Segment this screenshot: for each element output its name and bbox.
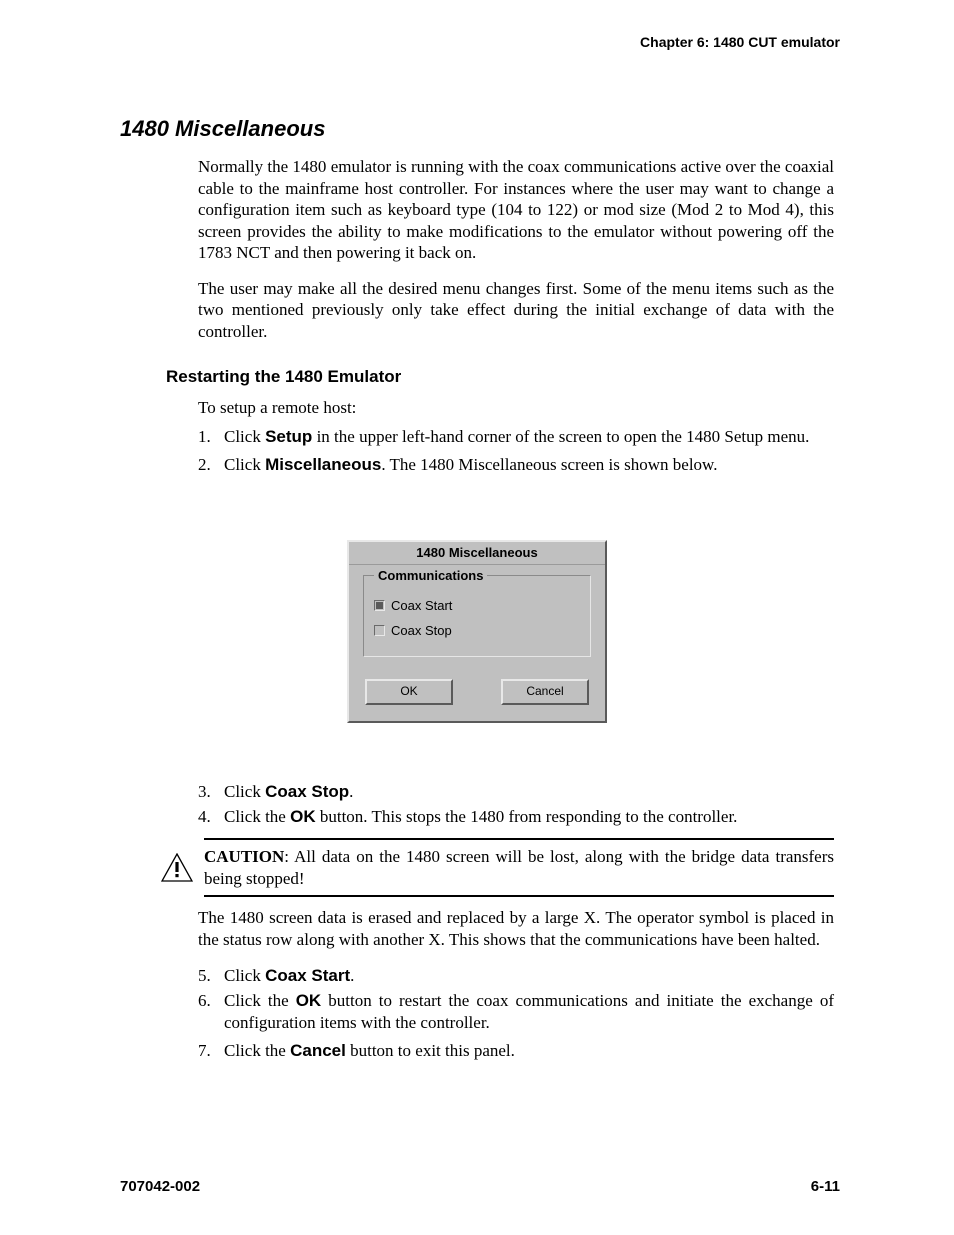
step-text: Click the OK button to restart the coax … (224, 990, 834, 1034)
paragraph-intro-1: Normally the 1480 emulator is running wi… (198, 156, 834, 264)
bold-term: Coax Stop (265, 782, 349, 801)
radio-coax-start[interactable]: Coax Start (374, 598, 580, 613)
paragraph-intro-2: The user may make all the desired menu c… (198, 278, 834, 343)
step-number: 1. (198, 426, 224, 448)
fieldset-legend: Communications (374, 568, 487, 583)
list-item: 6. Click the OK button to restart the co… (198, 990, 834, 1034)
text-run: Click the (224, 807, 290, 826)
ordered-list-bottom: 5. Click Coax Start. 6. Click the OK but… (198, 965, 834, 1062)
radio-icon (374, 625, 385, 636)
ordered-list-top: 1. Click Setup in the upper left-hand co… (198, 426, 834, 476)
text-run: Click (224, 966, 265, 985)
section-title: 1480 Miscellaneous (120, 116, 834, 142)
bold-term: Coax Start (265, 966, 350, 985)
step-number: 3. (198, 781, 224, 803)
steps-intro: To setup a remote host: (198, 397, 834, 419)
text-run: in the upper left-hand corner of the scr… (312, 427, 809, 446)
step-number: 5. (198, 965, 224, 987)
bold-term: OK (296, 991, 322, 1010)
dialog-button-row: OK Cancel (363, 679, 591, 713)
text-run: button. This stops the 1480 from respond… (316, 807, 738, 826)
list-item: 5. Click Coax Start. (198, 965, 834, 987)
text-run: . The 1480 Miscellaneous screen is shown… (381, 455, 717, 474)
ok-button[interactable]: OK (365, 679, 453, 705)
step-number: 7. (198, 1040, 224, 1062)
page: Chapter 6: 1480 CUT emulator 1480 Miscel… (0, 0, 954, 1235)
step-text: Click Coax Start. (224, 965, 834, 987)
list-item: 7. Click the Cancel button to exit this … (198, 1040, 834, 1062)
caution-icon (160, 838, 194, 897)
chapter-header: Chapter 6: 1480 CUT emulator (120, 34, 840, 50)
caution-label: CAUTION (204, 847, 284, 866)
dialog-1480-miscellaneous: 1480 Miscellaneous Communications Coax S… (347, 540, 607, 723)
text-run: Click (224, 427, 265, 446)
dialog-body: Communications Coax Start Coax Stop OK C… (349, 565, 605, 721)
page-footer: 707042-002 6-11 (120, 1178, 840, 1195)
list-item: 4. Click the OK button. This stops the 1… (198, 806, 834, 828)
radio-label: Coax Start (391, 598, 452, 613)
text-run: Click (224, 782, 265, 801)
bold-term: Miscellaneous (265, 455, 381, 474)
step-number: 2. (198, 454, 224, 476)
fieldset-communications: Communications Coax Start Coax Stop (363, 575, 591, 657)
paragraph-after-caution: The 1480 screen data is erased and repla… (198, 907, 834, 950)
text-run: Click (224, 455, 265, 474)
step-text: Click the Cancel button to exit this pan… (224, 1040, 834, 1062)
radio-icon (374, 600, 385, 611)
text-run: Click the (224, 1041, 290, 1060)
subheading-restarting: Restarting the 1480 Emulator (166, 367, 834, 387)
ordered-list-mid: 3. Click Coax Stop. 4. Click the OK butt… (198, 781, 834, 829)
step-number: 4. (198, 806, 224, 828)
text-run: button to exit this panel. (346, 1041, 515, 1060)
dialog-screenshot: 1480 Miscellaneous Communications Coax S… (120, 540, 834, 723)
list-item: 1. Click Setup in the upper left-hand co… (198, 426, 834, 448)
radio-label: Coax Stop (391, 623, 452, 638)
step-number: 6. (198, 990, 224, 1034)
bold-term: Cancel (290, 1041, 346, 1060)
footer-doc-number: 707042-002 (120, 1178, 200, 1195)
step-text: Click the OK button. This stops the 1480… (224, 806, 834, 828)
radio-coax-stop[interactable]: Coax Stop (374, 623, 580, 638)
text-run: Click the (224, 991, 296, 1010)
caution-text: CAUTION: All data on the 1480 screen wil… (204, 838, 834, 897)
bold-term: Setup (265, 427, 312, 446)
caution-body: : All data on the 1480 screen will be lo… (204, 847, 834, 888)
list-item: 2. Click Miscellaneous. The 1480 Miscell… (198, 454, 834, 476)
step-text: Click Coax Stop. (224, 781, 834, 803)
cancel-button[interactable]: Cancel (501, 679, 589, 705)
step-text: Click Setup in the upper left-hand corne… (224, 426, 834, 448)
text-run: . (350, 966, 354, 985)
caution-block: CAUTION: All data on the 1480 screen wil… (160, 838, 834, 897)
list-item: 3. Click Coax Stop. (198, 781, 834, 803)
step-text: Click Miscellaneous. The 1480 Miscellane… (224, 454, 834, 476)
footer-page-number: 6-11 (811, 1178, 840, 1195)
text-run: . (349, 782, 353, 801)
dialog-title: 1480 Miscellaneous (349, 542, 605, 565)
bold-term: OK (290, 807, 316, 826)
